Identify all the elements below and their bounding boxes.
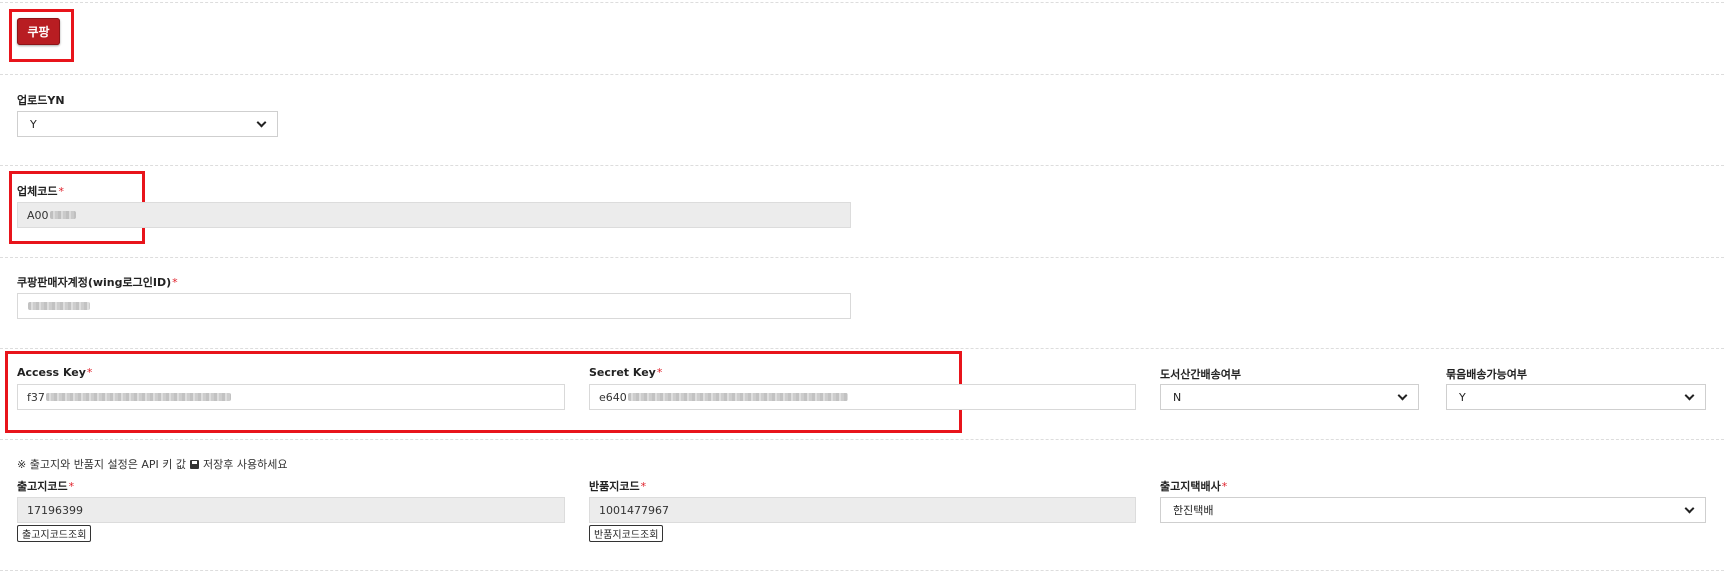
return-code-value: 1001477967 bbox=[599, 503, 669, 517]
redacted-text bbox=[627, 393, 848, 401]
courier-select[interactable]: 한진택배 bbox=[1160, 497, 1706, 523]
chevron-down-icon bbox=[1397, 390, 1408, 400]
api-key-notice: ※ 출고지와 반품지 설정은 API 키 값 저장후 사용하세요 bbox=[17, 456, 288, 472]
return-code-label: 반품지코드* bbox=[589, 480, 647, 493]
upload-yn-label: 업로드YN bbox=[17, 94, 65, 107]
chevron-down-icon bbox=[256, 117, 267, 127]
save-icon bbox=[190, 459, 200, 469]
bundle-shipping-label: 묶음배송가능여부 bbox=[1446, 368, 1527, 381]
redacted-text bbox=[49, 211, 76, 219]
coupang-button[interactable]: 쿠팡 bbox=[17, 18, 60, 45]
access-key-field[interactable]: f37 bbox=[17, 384, 565, 410]
island-shipping-label: 도서산간배송여부 bbox=[1160, 368, 1241, 381]
upload-yn-value: Y bbox=[30, 117, 37, 131]
courier-label: 출고지택배사* bbox=[1160, 480, 1228, 493]
seller-account-field[interactable] bbox=[17, 293, 851, 319]
island-shipping-select[interactable]: N bbox=[1160, 384, 1419, 410]
divider bbox=[0, 439, 1724, 440]
island-shipping-value: N bbox=[1173, 390, 1182, 404]
bundle-shipping-select[interactable]: Y bbox=[1446, 384, 1706, 410]
return-code-field[interactable]: 1001477967 bbox=[589, 497, 1136, 523]
access-key-label: Access Key* bbox=[17, 366, 93, 379]
bundle-shipping-value: Y bbox=[1459, 390, 1466, 404]
courier-value: 한진택배 bbox=[1173, 504, 1214, 517]
redacted-text bbox=[28, 302, 90, 310]
divider bbox=[0, 165, 1724, 166]
divider bbox=[0, 74, 1724, 75]
notice-text-after: 저장후 사용하세요 bbox=[203, 458, 288, 471]
divider bbox=[0, 257, 1724, 258]
return-code-lookup-button[interactable]: 반품지코드조회 bbox=[589, 525, 664, 542]
divider bbox=[0, 2, 1724, 3]
secret-key-value: e640 bbox=[599, 390, 627, 404]
vendor-code-field[interactable]: A00 bbox=[17, 202, 851, 228]
outbound-code-lookup-button[interactable]: 출고지코드조회 bbox=[17, 525, 92, 542]
secret-key-label: Secret Key* bbox=[589, 366, 663, 379]
secret-key-field[interactable]: e640 bbox=[589, 384, 1136, 410]
seller-account-label: 쿠팡판매자계정(wing로그인ID)* bbox=[17, 276, 178, 289]
vendor-code-value: A00 bbox=[27, 208, 49, 222]
chevron-down-icon bbox=[1684, 503, 1695, 513]
redacted-text bbox=[45, 393, 231, 401]
divider bbox=[0, 348, 1724, 349]
access-key-value: f37 bbox=[27, 390, 45, 404]
vendor-code-label: 업체코드* bbox=[17, 185, 64, 198]
divider bbox=[0, 570, 1724, 571]
outbound-code-label: 출고지코드* bbox=[17, 480, 75, 493]
notice-text: ※ 출고지와 반품지 설정은 API 키 값 bbox=[17, 458, 187, 471]
chevron-down-icon bbox=[1684, 390, 1695, 400]
upload-yn-select[interactable]: Y bbox=[17, 111, 278, 137]
outbound-code-field[interactable]: 17196399 bbox=[17, 497, 565, 523]
outbound-code-value: 17196399 bbox=[27, 503, 83, 517]
